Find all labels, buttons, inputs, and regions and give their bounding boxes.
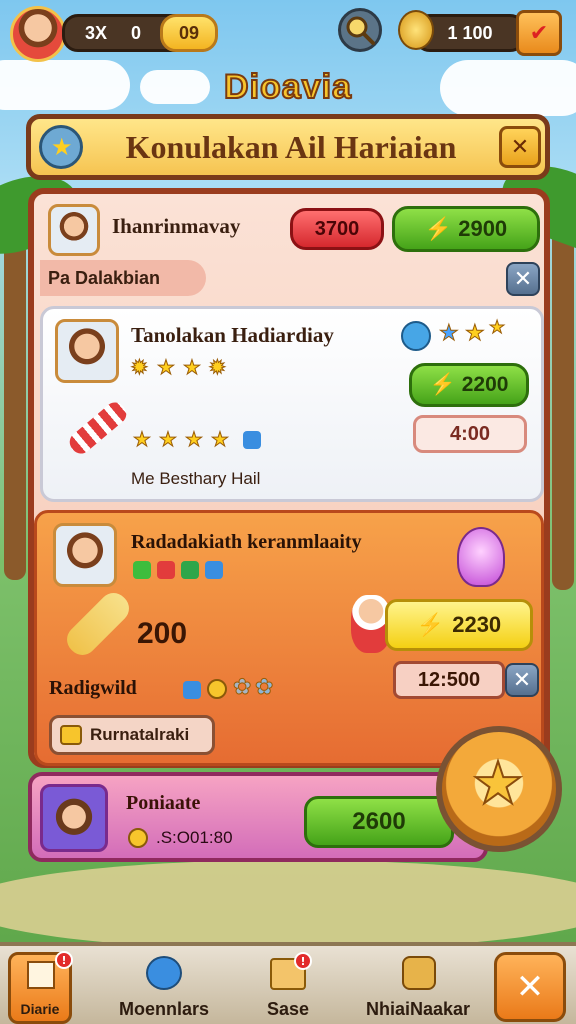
nav-item-sase[interactable]: ! Sase: [252, 952, 324, 1024]
star-icon: ★: [185, 427, 204, 451]
nav-label: Moennlars: [118, 999, 210, 1019]
card-orange-yellow-button[interactable]: ⚡ 2230: [385, 599, 533, 651]
gems-counter[interactable]: 09: [160, 14, 218, 52]
star-icon: ★: [465, 321, 486, 346]
green-gem-icon: [133, 561, 151, 579]
section1-avatar: [48, 204, 100, 256]
shield-badge-icon: [402, 956, 436, 990]
flower-icon: ✿: [232, 675, 252, 700]
card-pink-green-value: 2600: [352, 808, 406, 835]
section1-sub-label: Pa Dalakbian: [48, 267, 161, 288]
star-icon: ★: [133, 427, 152, 451]
card-orange-sub-label: Radigwild: [49, 677, 137, 699]
card-orange-small-value: Rurnatalraki: [90, 725, 190, 744]
top-bar: 3X 0 09 1 100 ✔: [0, 0, 576, 66]
rocket-icon: [65, 398, 131, 458]
star-icon: ★: [488, 317, 506, 338]
nav-label: Diarie: [20, 1001, 60, 1017]
lightning-icon: ⚡: [424, 216, 453, 241]
notification-badge: !: [294, 952, 312, 970]
search-icon[interactable]: [338, 8, 382, 52]
section1-green-value: 2900: [458, 216, 508, 241]
page-title: Dioavia: [223, 67, 352, 107]
star-icon: ★: [157, 355, 176, 379]
nav-label: NhiaiNaakar: [365, 999, 471, 1019]
card-white-footer: Me Besthary Hail: [131, 469, 261, 488]
nav-item-moennlars[interactable]: Moennlars: [106, 952, 222, 1024]
card-pink-title: Poniaate: [126, 792, 201, 814]
card-pink-coins-text: .S:O01:80: [156, 828, 233, 847]
house-icon: [27, 961, 55, 989]
gold-star-medal-icon[interactable]: ★: [436, 726, 562, 852]
coin-icon: [207, 679, 227, 699]
star-icon: ★: [211, 427, 230, 451]
card-orange-title: Radadakiath keranmlaaity: [131, 531, 362, 553]
section1-close-button[interactable]: ✕: [506, 262, 540, 296]
card-white-green-value: 2200: [461, 373, 509, 396]
lightning-icon: ⚡: [416, 612, 445, 637]
coin-stack-icon: [60, 725, 82, 745]
notification-badge: !: [55, 951, 73, 969]
section1-title: Ihanrinmavay: [112, 214, 241, 238]
section1-green-button[interactable]: ⚡ 2900: [392, 206, 540, 252]
star-icon: ✹: [209, 355, 227, 379]
blue-gem-icon: [243, 431, 261, 449]
blue-gem-icon: [205, 561, 223, 579]
green-gem-icon: [181, 561, 199, 579]
card-white-cream-button[interactable]: 4:00: [413, 415, 527, 453]
close-menu-button[interactable]: ✕: [494, 952, 566, 1022]
star-icon: ★: [159, 427, 178, 451]
main-panel: Ihanrinmavay 3700 ⚡ 2900 Pa Dalakbian ✕ …: [28, 188, 550, 768]
gems-value: 09: [178, 22, 200, 43]
trophy-value: 1 100: [447, 22, 493, 43]
nav-item-nhiainaakar[interactable]: NhiaiNaakar: [358, 952, 478, 1024]
card-orange-small-button[interactable]: Rurnatalraki: [49, 715, 215, 755]
card-pink-avatar: [40, 784, 108, 852]
banner-close-button[interactable]: ✕: [499, 126, 541, 168]
card-orange-amount: 200: [137, 617, 188, 650]
lightbulb-icon: [457, 527, 505, 587]
card-pink-green-button[interactable]: 2600: [304, 796, 454, 848]
card-white-green-button[interactable]: ⚡ 2200: [409, 363, 529, 407]
card-white-title: Tanolakan Hadiardiay: [131, 323, 334, 347]
star-badge-icon: ★: [39, 125, 83, 169]
blue-gear-icon: [401, 321, 431, 351]
card-white-avatar: [55, 319, 119, 383]
coin-icon: [128, 828, 148, 848]
section1-red-button[interactable]: 3700: [290, 208, 384, 250]
star-icon: ★: [439, 321, 460, 346]
card-orange-close-button[interactable]: ✕: [505, 663, 539, 697]
card-orange-avatar: [53, 523, 117, 587]
star-icon: ★: [183, 355, 202, 379]
flower-icon: ✿: [254, 675, 274, 700]
banner-title: Konulakan Ail Hariaian: [125, 129, 457, 165]
bottom-nav: ! Diarie Moennlars ! Sase NhiaiNaakar ✕: [0, 942, 576, 1024]
card-orange-timer-value: 12:500: [417, 668, 481, 691]
blue-gem-icon: [183, 681, 201, 699]
ice-cream-icon: [61, 587, 135, 661]
title-banner: ★ Konulakan Ail Hariaian ✕: [26, 114, 550, 180]
card-white: Tanolakan Hadiardiay ★ ★ ★ ✹ ★ ★ ✹ ⚡ 220…: [40, 306, 544, 502]
star-icon: ✹: [131, 355, 149, 379]
section1-red-value: 3700: [314, 217, 360, 240]
card-orange-yellow-value: 2230: [452, 612, 502, 637]
section1-sub-label-pill: Pa Dalakbian: [40, 260, 206, 296]
red-gem-icon: [157, 561, 175, 579]
coins-value: 0: [131, 22, 142, 43]
level-value: 3X: [85, 22, 108, 43]
card-white-cream-value: 4:00: [449, 422, 491, 445]
card-pink: Poniaate .S:O01:80 2600: [28, 772, 488, 862]
lightning-icon: ⚡: [429, 373, 456, 396]
card-orange: Radadakiath keranmlaaity 200 ⚡ 2230 12:5…: [34, 510, 544, 766]
trophy-icon: [398, 10, 434, 50]
blue-flower-icon: [146, 956, 182, 990]
card-orange-timer-button[interactable]: 12:500: [393, 661, 505, 699]
nav-label: Sase: [266, 999, 310, 1019]
nav-item-diarie[interactable]: ! Diarie: [8, 951, 73, 1024]
player-avatar[interactable]: [10, 6, 66, 62]
tasks-check-icon[interactable]: ✔: [516, 10, 562, 56]
